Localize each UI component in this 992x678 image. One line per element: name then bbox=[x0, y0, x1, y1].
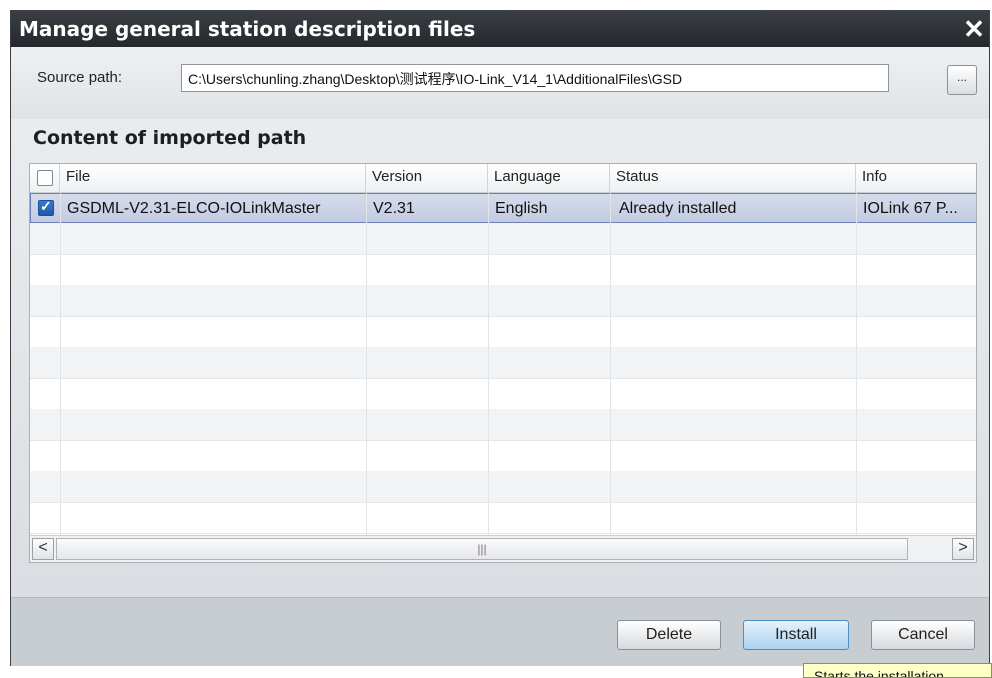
column-header-info[interactable]: Info bbox=[856, 164, 976, 192]
close-button[interactable]: ✕ bbox=[961, 16, 987, 42]
window-title: Manage general station description files bbox=[19, 17, 476, 41]
empty-row bbox=[30, 254, 976, 286]
select-all-checkbox[interactable] bbox=[37, 170, 53, 186]
row-status-cell: Already installed bbox=[619, 200, 737, 217]
column-divider bbox=[488, 193, 489, 535]
title-bar[interactable]: Manage general station description files… bbox=[11, 11, 989, 47]
install-button[interactable]: Install bbox=[743, 620, 849, 650]
row-language-cell: English bbox=[495, 200, 548, 217]
row-version-cell: V2.31 bbox=[373, 200, 415, 217]
column-divider bbox=[366, 193, 367, 535]
dialog-window: Manage general station description files… bbox=[10, 10, 990, 666]
source-path-row: Source path: C:\Users\chunling.zhang\Des… bbox=[11, 47, 989, 119]
cancel-button[interactable]: Cancel bbox=[871, 620, 975, 650]
install-tooltip: Starts the installation bbox=[803, 663, 992, 678]
table-row[interactable]: ✓ GSDML-V2.31-ELCO-IOLinkMaster V2.31 En… bbox=[30, 193, 976, 223]
row-file-cell: GSDML-V2.31-ELCO-IOLinkMaster bbox=[67, 200, 321, 217]
header-select-all-cell bbox=[30, 164, 60, 192]
browse-button[interactable]: ... bbox=[947, 65, 977, 95]
scroll-thumb[interactable]: ||| bbox=[56, 538, 908, 560]
column-divider bbox=[856, 193, 857, 535]
empty-row bbox=[30, 223, 976, 255]
source-path-field[interactable]: C:\Users\chunling.zhang\Desktop\测试程序\IO-… bbox=[181, 64, 889, 92]
empty-row bbox=[30, 285, 976, 317]
source-path-label: Source path: bbox=[37, 69, 123, 86]
delete-button[interactable]: Delete bbox=[617, 620, 721, 650]
button-bar: Delete Install Cancel bbox=[11, 597, 989, 666]
column-header-status[interactable]: Status bbox=[610, 164, 856, 192]
content-heading: Content of imported path bbox=[33, 127, 307, 149]
scroll-right-button[interactable]: > bbox=[952, 538, 974, 560]
empty-row bbox=[30, 502, 976, 534]
column-header-language[interactable]: Language bbox=[488, 164, 610, 192]
empty-row bbox=[30, 316, 976, 348]
empty-row bbox=[30, 471, 976, 503]
empty-row bbox=[30, 409, 976, 441]
column-divider bbox=[60, 193, 61, 535]
empty-row bbox=[30, 440, 976, 472]
empty-row bbox=[30, 378, 976, 410]
column-header-file[interactable]: File bbox=[60, 164, 366, 192]
content-panel: Content of imported path File Version La… bbox=[11, 119, 989, 597]
column-divider bbox=[610, 193, 611, 535]
checkmark-icon: ✓ bbox=[40, 198, 52, 214]
row-checkbox[interactable]: ✓ bbox=[38, 198, 54, 216]
row-info-cell: IOLink 67 P... bbox=[863, 200, 958, 217]
column-header-version[interactable]: Version bbox=[366, 164, 488, 192]
empty-row bbox=[30, 347, 976, 379]
horizontal-scrollbar[interactable]: < ||| > bbox=[30, 535, 976, 562]
gsd-file-table: File Version Language Status Info ✓ GSDM… bbox=[29, 163, 977, 563]
scroll-left-button[interactable]: < bbox=[32, 538, 54, 560]
